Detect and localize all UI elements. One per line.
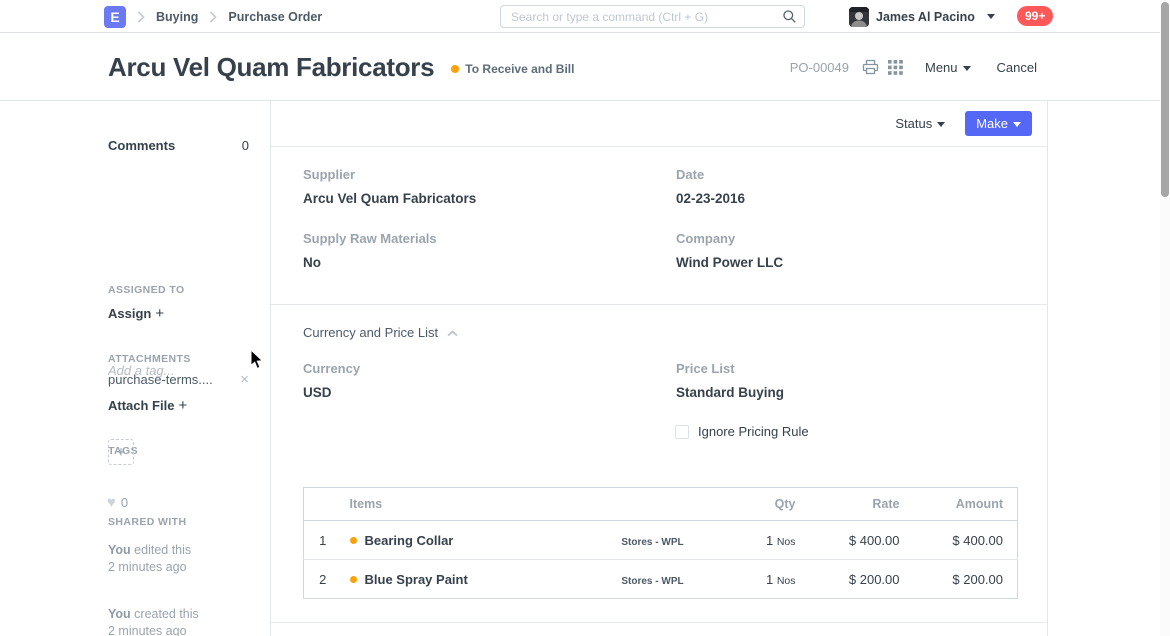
scrollbar-track[interactable] [1160, 0, 1170, 636]
share-add-button[interactable]: + [108, 439, 134, 465]
warehouse: Stores - WPL [621, 576, 683, 587]
global-search[interactable] [500, 5, 805, 28]
rate-value: $ 200.00 [808, 560, 913, 599]
navbar: E Buying Purchase Order James Al Pacino … [0, 0, 1170, 33]
header-items: Items [342, 488, 593, 521]
warehouse: Stores - WPL [621, 537, 683, 548]
qty-value: 1 [766, 572, 773, 587]
uom: Nos [777, 575, 796, 587]
row-index: 2 [304, 560, 342, 599]
field-date: Date 02-23-2016 [676, 167, 745, 206]
attach-file-button[interactable]: Attach File+ [108, 397, 187, 414]
comments-link[interactable]: Comments [108, 138, 175, 153]
status-dot-icon [451, 65, 459, 73]
item-name[interactable]: Blue Spray Paint [365, 572, 468, 587]
search-icon [782, 9, 797, 24]
activity-created: You created this 2 minutes ago [108, 606, 199, 636]
ignore-pricing-rule-checkbox[interactable]: Ignore Pricing Rule [675, 424, 809, 439]
items-table-header: Items Qty Rate Amount [304, 488, 1018, 521]
header-amount: Amount [913, 488, 1018, 521]
user-name: James Al Pacino [876, 10, 975, 24]
row-index: 1 [304, 521, 342, 560]
form-toolbar: Status Make [271, 101, 1047, 147]
form-main: Status Make Supplier Arcu Vel Quam Fabri… [271, 101, 1048, 636]
chevron-up-icon [447, 325, 458, 340]
section-currency-price-list[interactable]: Currency and Price List [303, 325, 458, 340]
plus-icon: + [178, 397, 187, 414]
status-indicator-label: To Receive and Bill [465, 62, 574, 76]
chevron-right-icon [209, 11, 217, 23]
table-row[interactable]: 2 Blue Spray Paint Stores - WPL 1 Nos $ … [304, 560, 1018, 599]
checkbox-icon [675, 425, 689, 439]
caret-down-icon [987, 14, 995, 19]
items-table: Items Qty Rate Amount 1 Bearing Collar S… [303, 487, 1018, 599]
item-status-dot-icon [350, 576, 357, 583]
amount-value: $ 400.00 [913, 521, 1018, 560]
page-head: Arcu Vel Quam Fabricators To Receive and… [0, 34, 1170, 101]
amount-value: $ 200.00 [913, 560, 1018, 599]
item-name[interactable]: Bearing Collar [365, 533, 454, 548]
activity-edited: You edited this 2 minutes ago [108, 542, 191, 576]
like-section: ♥ 0 [107, 494, 128, 511]
like-count: 0 [121, 495, 128, 510]
breadcrumb-item-purchase-order[interactable]: Purchase Order [228, 10, 322, 24]
form-sidebar: Comments 0 ASSIGNED TO Assign+ ATTACHMEN… [0, 101, 271, 636]
comments-count: 0 [242, 138, 249, 153]
caret-down-icon [963, 66, 971, 71]
field-supplier: Supplier Arcu Vel Quam Fabricators [303, 167, 476, 206]
make-button[interactable]: Make [965, 111, 1032, 136]
header-rate: Rate [808, 488, 913, 521]
assigned-to-label: ASSIGNED TO [108, 284, 185, 296]
scrollbar-thumb[interactable] [1161, 2, 1169, 197]
shared-with-label: SHARED WITH [108, 516, 186, 528]
header-idx [304, 488, 342, 521]
breadcrumb-item-buying[interactable]: Buying [156, 10, 198, 24]
section-divider [271, 622, 1047, 623]
field-currency: Currency USD [303, 361, 360, 400]
grid-report-icon[interactable] [888, 60, 903, 75]
doc-id: PO-00049 [790, 60, 849, 75]
caret-down-icon [1013, 122, 1021, 127]
caret-down-icon [937, 122, 945, 127]
cancel-button[interactable]: Cancel [997, 60, 1037, 75]
checkbox-label: Ignore Pricing Rule [698, 424, 809, 439]
field-price-list: Price List Standard Buying [676, 361, 784, 400]
print-icon[interactable] [862, 59, 879, 75]
status-button[interactable]: Status [889, 112, 951, 135]
menu-button[interactable]: Menu [925, 60, 971, 75]
heart-icon[interactable]: ♥ [107, 494, 116, 511]
item-status-dot-icon [350, 537, 357, 544]
page-title: Arcu Vel Quam Fabricators [108, 52, 434, 83]
rate-value: $ 400.00 [808, 521, 913, 560]
table-row[interactable]: 1 Bearing Collar Stores - WPL 1 Nos $ 40… [304, 521, 1018, 560]
notifications-badge[interactable]: 99+ [1017, 6, 1053, 26]
header-warehouse [593, 488, 713, 521]
comments-section: Comments 0 [108, 138, 249, 153]
breadcrumb: E Buying Purchase Order [104, 0, 322, 33]
uom: Nos [777, 536, 796, 548]
plus-icon: + [155, 305, 164, 322]
app-logo[interactable]: E [104, 6, 126, 28]
avatar [849, 7, 869, 27]
header-qty: Qty [713, 488, 808, 521]
user-menu[interactable]: James Al Pacino [849, 0, 995, 33]
remove-attachment-icon[interactable]: × [240, 372, 249, 387]
qty-value: 1 [766, 533, 773, 548]
section-divider [271, 304, 1047, 305]
field-supply-raw-materials: Supply Raw Materials No [303, 231, 437, 270]
tag-input[interactable] [108, 363, 238, 378]
status-indicator: To Receive and Bill [451, 62, 574, 76]
field-company: Company Wind Power LLC [676, 231, 783, 270]
plus-icon: + [117, 444, 126, 461]
assign-button[interactable]: Assign+ [108, 305, 164, 322]
chevron-right-icon [137, 11, 145, 23]
search-input[interactable] [501, 10, 782, 24]
